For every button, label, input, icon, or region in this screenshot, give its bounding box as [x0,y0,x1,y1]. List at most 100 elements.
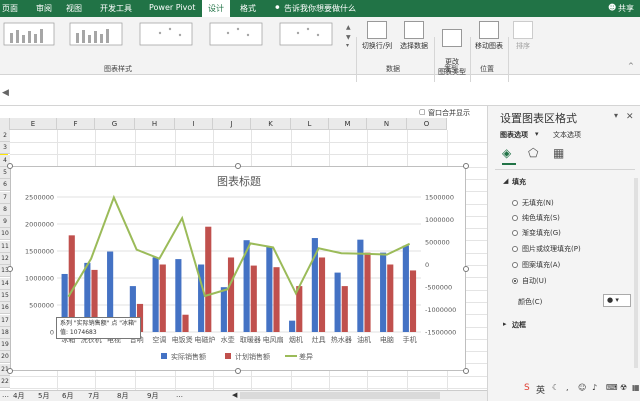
size-properties-icon[interactable]: ▦ [553,146,564,160]
fill-radio[interactable] [512,262,518,268]
row-header[interactable]: 8 [0,203,10,216]
grid-icon[interactable]: ▦ [632,383,640,392]
select-data-button[interactable]: 选择数据 [396,21,432,51]
effects-icon[interactable]: ⬠ [528,146,538,160]
window-merge-label[interactable]: 窗口合并显示 [428,108,470,118]
section-border[interactable]: 边框 [512,320,526,330]
fill-option-label[interactable]: 图片或纹理填充(P) [522,244,581,254]
row-header[interactable]: 6 [0,179,10,192]
row-header[interactable]: 12 [0,253,10,265]
col-header[interactable]: M [329,118,367,130]
col-header[interactable]: K [251,118,291,130]
row-header[interactable]: 15 [0,289,10,302]
sheet-tab[interactable]: 9月 [147,391,158,401]
keyboard-icon[interactable]: ⌨ [606,383,618,392]
close-icon[interactable]: ✕ [626,112,634,122]
row-header[interactable]: 16 [0,302,10,315]
fill-line-icon[interactable]: ◈ [502,146,511,160]
share-button[interactable]: 共享 [618,3,634,14]
chart-style-gallery[interactable]: ▲ ▼ ▾ [0,19,360,49]
resize-handle[interactable] [7,368,13,374]
row-header[interactable]: 19 [0,339,10,352]
resize-handle[interactable] [235,163,241,169]
window-merge-icon[interactable]: ▢ [419,108,426,116]
color-picker-button[interactable]: ● ▾ [603,294,631,307]
tab-power-pivot[interactable]: Power Pivot [149,3,195,12]
tab-chart-options[interactable]: 图表选项 [500,130,528,140]
pane-scrollbar[interactable] [634,178,638,368]
fill-radio-selected[interactable] [512,278,518,284]
comma-icon[interactable]: , [566,383,569,392]
col-header[interactable]: F [57,118,95,130]
col-header[interactable]: G [95,118,135,130]
sort-button[interactable]: 排序 [510,21,536,51]
ime-language[interactable]: 英 [536,383,545,396]
tab-format[interactable]: 格式 [240,3,256,14]
shirt-icon[interactable]: ☢ [620,383,627,392]
tab-developer[interactable]: 开发工具 [100,3,132,14]
pane-menu-icon[interactable]: ▾ [614,111,618,120]
fill-radio[interactable] [512,200,518,206]
resize-handle[interactable] [235,368,241,374]
chart-area[interactable]: 图表标题 0 500000 1000000 1500000 2000000 2500000 -… [10,166,466,371]
fill-radio[interactable] [512,230,518,236]
col-header[interactable]: N [367,118,407,130]
resize-handle[interactable] [7,266,13,272]
sheet-tab[interactable]: 7月 [88,391,99,401]
chevron-right-icon[interactable]: ▸ [503,320,507,328]
tab-text-options[interactable]: 文本选项 [553,130,581,140]
more-sheets-icon[interactable]: … [176,391,183,399]
row-header[interactable]: 10 [0,228,10,241]
row-header[interactable]: 2 [0,130,10,142]
select-all-corner[interactable] [0,118,10,130]
microphone-icon[interactable]: ♪ [592,383,597,392]
fill-radio[interactable] [512,215,518,221]
fill-option-label[interactable]: 自动(U) [522,276,547,286]
row-header[interactable]: 18 [0,326,10,339]
scroll-left-icon[interactable]: ◀ [2,88,9,98]
row-header[interactable]: 9 [0,216,10,229]
fill-option-label[interactable]: 图案填充(A) [522,260,560,270]
col-header[interactable]: H [135,118,175,130]
row-header[interactable]: 20 [0,351,10,364]
section-fill[interactable]: 填充 [512,177,526,187]
tell-me-input[interactable]: 告诉我你想要做什么 [284,3,356,14]
col-header[interactable]: J [213,118,251,130]
tab-review[interactable]: 审阅 [36,3,52,14]
switch-row-col-button[interactable]: 切换行/列 [358,21,396,51]
chevron-down-icon[interactable]: ◢ [503,177,508,185]
col-header[interactable]: I [175,118,213,130]
sheet-tab[interactable]: 5月 [38,391,49,401]
tab-design[interactable]: 设计 [202,0,230,17]
punctuation-icon[interactable]: ☾ [552,383,559,392]
row-header[interactable]: 14 [0,277,10,290]
chevron-down-icon[interactable]: ▾ [535,130,539,138]
tab-view[interactable]: 视图 [66,3,82,14]
emoji-icon[interactable]: ☺ [578,383,586,392]
hscroll-left-icon[interactable]: ◀ [232,391,237,399]
collapse-ribbon-icon[interactable]: ^ [628,62,634,70]
resize-handle[interactable] [463,266,469,272]
row-header[interactable]: 11 [0,240,10,253]
resize-handle[interactable] [7,163,13,169]
fill-option-label[interactable]: 无填充(N) [522,198,554,208]
row-header[interactable]: 7 [0,191,10,204]
tab-page[interactable]: 页面 [2,3,18,14]
sheet-tab[interactable]: 6月 [62,391,73,401]
col-header[interactable]: O [407,118,447,130]
horizontal-scrollbar[interactable] [240,392,440,399]
row-header[interactable]: 22 [0,376,10,388]
resize-handle[interactable] [463,368,469,374]
sheet-tab[interactable]: 8月 [117,391,128,401]
sheet-tab[interactable]: 4月 [13,391,24,401]
row-header[interactable]: 3 [0,142,10,155]
row-header[interactable]: 17 [0,314,10,327]
col-header[interactable]: L [291,118,329,130]
combo-chart[interactable]: 图表标题 0 500000 1000000 1500000 2000000 2500000 -… [11,167,467,372]
move-chart-button[interactable]: 移动图表 [472,21,506,51]
fill-option-label[interactable]: 纯色填充(S) [522,213,560,223]
sheet-nav-icon[interactable]: … [2,391,9,399]
col-header[interactable]: E [10,118,57,130]
fill-radio[interactable] [512,246,518,252]
fill-option-label[interactable]: 渐变填充(G) [522,228,561,238]
